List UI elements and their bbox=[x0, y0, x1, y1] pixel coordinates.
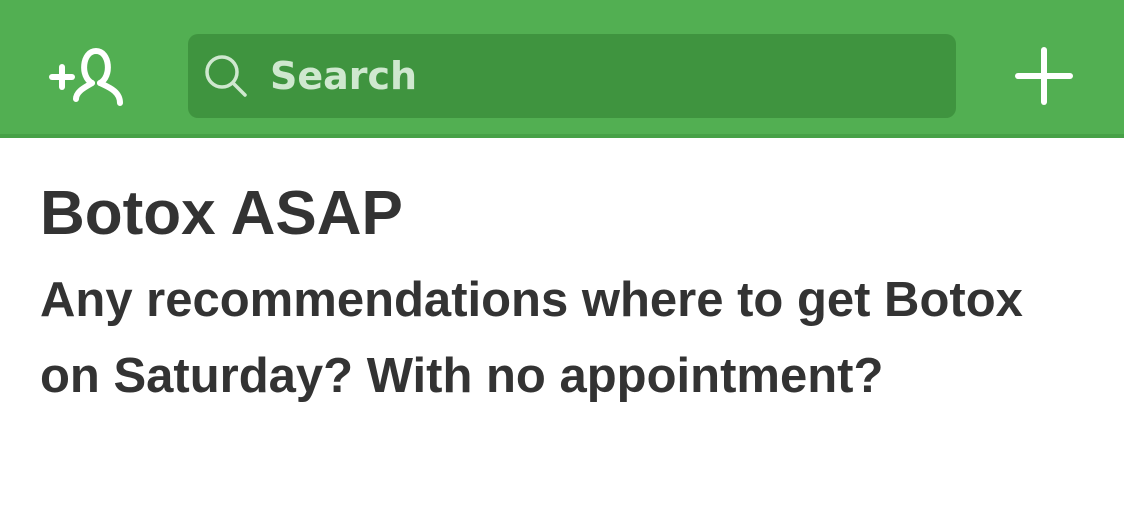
invite-neighbor-button[interactable] bbox=[44, 40, 136, 114]
top-navigation-bar bbox=[0, 0, 1124, 138]
add-person-icon bbox=[48, 43, 132, 111]
post-title[interactable]: Botox ASAP bbox=[40, 176, 1090, 252]
post-body: Any recommendations where to get Botox o… bbox=[40, 273, 1023, 403]
compose-button[interactable] bbox=[1010, 44, 1078, 112]
plus-icon bbox=[1014, 46, 1074, 110]
search-icon bbox=[202, 52, 250, 100]
search-input[interactable] bbox=[270, 46, 956, 106]
search-bar[interactable] bbox=[188, 34, 956, 118]
post-content: Botox ASAP Any recommendations where to … bbox=[40, 176, 1090, 414]
